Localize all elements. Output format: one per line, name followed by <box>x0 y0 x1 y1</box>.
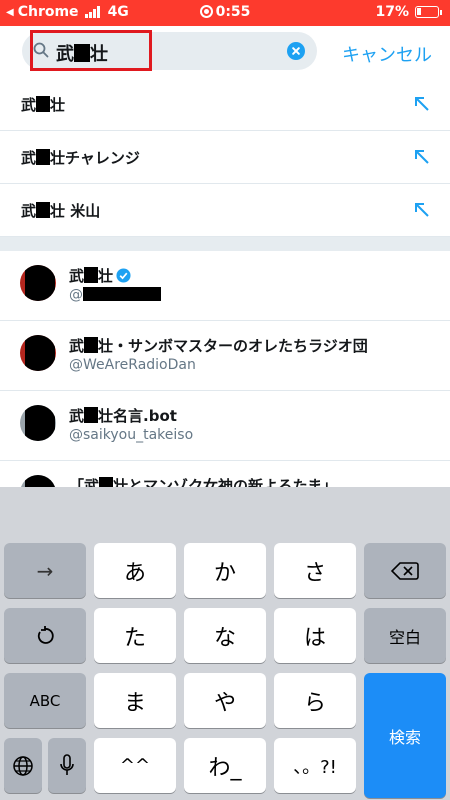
redaction <box>84 407 99 423</box>
account-name-suffix: 壮名言.bot <box>98 407 177 425</box>
key-emoticon[interactable]: ^^ <box>94 738 176 793</box>
redaction <box>84 267 99 283</box>
account-name-prefix: 武 <box>69 267 85 285</box>
account-row[interactable]: 武壮名言.bot @saikyou_takeiso <box>0 391 450 461</box>
undo-key[interactable] <box>4 608 86 663</box>
delete-key[interactable] <box>364 543 446 598</box>
key-label: は <box>303 625 326 651</box>
suggestion-label-suffix: 壮チャレンジ <box>50 149 140 167</box>
key-ra[interactable]: ら <box>274 673 356 728</box>
redaction <box>25 405 55 441</box>
redaction <box>25 265 55 301</box>
account-name: 武壮 <box>69 265 131 286</box>
suggestion-label: 武壮 <box>21 94 65 115</box>
screen-record-icon <box>199 5 213 18</box>
suggestion-label-suffix: 壮 米山 <box>50 202 101 220</box>
fill-query-arrow-icon[interactable] <box>414 149 430 165</box>
battery-nub <box>440 9 442 15</box>
search-header: 武壮 キャンセル <box>0 26 450 78</box>
space-key[interactable]: 空白 <box>364 608 446 663</box>
search-key[interactable]: 検索 <box>364 673 446 798</box>
status-bar: ◀ Chrome 4G 0:55 17% <box>0 0 450 26</box>
suggestion-label: 武壮チャレンジ <box>21 147 140 168</box>
clear-icon[interactable] <box>287 42 305 60</box>
account-name-suffix: 壮・サンボマスターのオレたちラジオ団 <box>98 337 368 355</box>
key-ta[interactable]: た <box>94 608 176 663</box>
key-wa[interactable]: わ_ <box>184 738 266 793</box>
key-label: 、。?! <box>293 756 337 778</box>
key-na[interactable]: な <box>184 608 266 663</box>
account-handle: @ <box>69 287 161 303</box>
account-handle: @saikyou_takeiso <box>69 427 194 443</box>
undo-icon <box>37 625 54 644</box>
battery-icon <box>415 6 439 18</box>
key-label: 空白 <box>388 627 421 647</box>
redaction <box>36 202 51 218</box>
suggestion-label-suffix: 壮 <box>50 96 66 114</box>
key-label: た <box>123 625 146 651</box>
key-a[interactable]: あ <box>94 543 176 598</box>
key-label: ABC <box>29 691 61 710</box>
account-row[interactable]: 武壮 @ <box>0 251 450 321</box>
section-divider <box>0 237 450 251</box>
suggestion-label: 武壮 米山 <box>21 200 100 221</box>
fill-query-arrow-icon[interactable] <box>414 202 430 218</box>
account-name-prefix: 武 <box>69 337 85 355</box>
suggestion-item[interactable]: 武壮 <box>0 78 450 131</box>
key-sa[interactable]: さ <box>274 543 356 598</box>
key-label: → <box>36 558 54 583</box>
key-label: か <box>213 560 236 586</box>
delete-icon <box>391 561 419 580</box>
key-label: や <box>213 690 236 716</box>
globe-icon <box>13 755 33 776</box>
account-handle-text: @ <box>69 287 83 303</box>
redaction <box>25 335 55 371</box>
suggestion-label-prefix: 武 <box>21 149 37 167</box>
key-label: な <box>213 625 236 651</box>
avatar <box>20 335 56 371</box>
key-label: わ_ <box>208 755 242 781</box>
status-time: 0:55 <box>215 4 251 20</box>
key-ka[interactable]: か <box>184 543 266 598</box>
redaction <box>36 149 51 165</box>
globe-key[interactable] <box>4 738 42 793</box>
suggestion-label-prefix: 武 <box>21 202 37 220</box>
key-ha[interactable]: は <box>274 608 356 663</box>
keyboard: → あ か さ た な は 空白 ABC ま や ら 検索 ^^ わ_ 、。?! <box>0 487 450 800</box>
key-ma[interactable]: ま <box>94 673 176 728</box>
highlight-box <box>30 30 152 71</box>
key-punctuation[interactable]: 、。?! <box>274 738 356 793</box>
account-row[interactable]: 武壮・サンボマスターのオレたちラジオ団 @WeAreRadioDan <box>0 321 450 391</box>
account-name: 武壮名言.bot <box>69 405 177 426</box>
microphone-icon <box>60 753 74 775</box>
key-label: 検索 <box>388 727 421 747</box>
battery-percent: 17% <box>375 4 409 20</box>
account-name: 武壮・サンボマスターのオレたちラジオ団 <box>69 335 368 356</box>
key-label: ま <box>123 690 146 716</box>
suggestion-item[interactable]: 武壮チャレンジ <box>0 131 450 184</box>
key-label: あ <box>123 560 146 586</box>
next-candidate-key[interactable]: → <box>4 543 86 598</box>
redaction <box>36 96 51 112</box>
cancel-button[interactable]: キャンセル <box>342 41 432 67</box>
suggestion-label-prefix: 武 <box>21 96 37 114</box>
account-name-suffix: 壮 <box>98 267 114 285</box>
avatar <box>20 265 56 301</box>
redaction <box>84 337 99 353</box>
redaction <box>83 287 161 301</box>
suggestion-item[interactable]: 武壮 米山 <box>0 184 450 237</box>
account-name-prefix: 武 <box>69 407 85 425</box>
account-handle: @WeAreRadioDan <box>69 357 196 373</box>
key-label: ら <box>303 690 326 716</box>
mic-key[interactable] <box>48 738 86 793</box>
key-ya[interactable]: や <box>184 673 266 728</box>
verified-badge-icon <box>116 268 131 283</box>
key-label: さ <box>303 560 326 586</box>
key-label: ^^ <box>119 755 151 776</box>
fill-query-arrow-icon[interactable] <box>414 96 430 112</box>
abc-key[interactable]: ABC <box>4 673 86 728</box>
status-right: 17% <box>375 4 442 20</box>
avatar <box>20 405 56 441</box>
